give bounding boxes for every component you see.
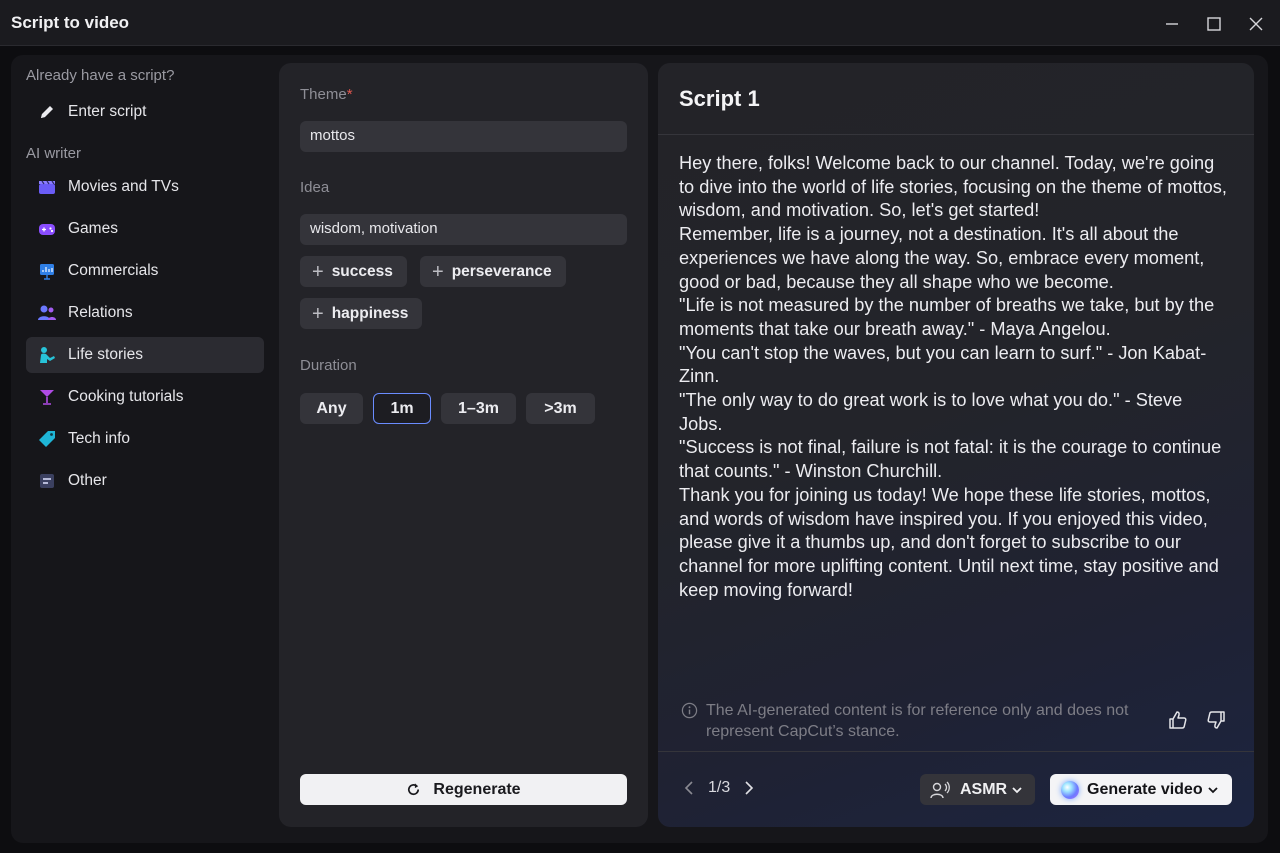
idea-input[interactable]: wisdom, motivation xyxy=(300,214,627,245)
sidebar-item-label: Relations xyxy=(68,304,133,321)
suggestion-chip-perseverance[interactable]: + perseverance xyxy=(420,256,566,287)
script-paragraph: Thank you for joining us today! We hope … xyxy=(679,484,1219,600)
required-mark: * xyxy=(346,86,353,103)
script-paragraph: Remember, life is a journey, not a desti… xyxy=(679,224,1205,292)
plus-icon: + xyxy=(312,302,324,325)
script-header: Script 1 xyxy=(658,63,1254,135)
sidebar-item-label: Other xyxy=(68,472,107,489)
sidebar-item-tech-info[interactable]: Tech info xyxy=(26,421,264,457)
sidebar-item-label: Cooking tutorials xyxy=(68,388,184,405)
sidebar-item-label: Tech info xyxy=(68,430,131,447)
speaker-person-icon xyxy=(930,781,950,799)
script-paragraph: "Success is not final, failure is not fa… xyxy=(679,437,1222,482)
section-label-ai-writer: AI writer xyxy=(26,145,82,162)
close-icon xyxy=(1249,17,1263,31)
next-script-button[interactable] xyxy=(740,779,758,797)
theme-input[interactable]: mottos xyxy=(300,121,627,152)
maximize-button[interactable] xyxy=(1200,10,1228,38)
suggestion-chip-success[interactable]: + success xyxy=(300,256,407,287)
maximize-icon xyxy=(1207,17,1221,31)
plus-icon: + xyxy=(312,260,324,283)
script-text[interactable]: Hey there, folks! Welcome back to our ch… xyxy=(679,152,1227,602)
people-icon xyxy=(37,303,57,323)
cocktail-glass-icon xyxy=(37,387,57,407)
script-paragraph: Hey there, folks! Welcome back to our ch… xyxy=(679,153,1227,221)
duration-option-any[interactable]: Any xyxy=(300,393,363,424)
close-button[interactable] xyxy=(1242,10,1270,38)
enter-script-label: Enter script xyxy=(68,103,147,120)
script-pager: 1/3 xyxy=(680,779,758,797)
page-indicator: 1/3 xyxy=(708,779,731,796)
refresh-icon xyxy=(406,782,421,797)
sidebar-item-relations[interactable]: Relations xyxy=(26,295,264,331)
generate-video-button[interactable]: Generate video xyxy=(1050,774,1232,805)
clapperboard-icon xyxy=(37,177,57,197)
duration-option-over-3m[interactable]: >3m xyxy=(526,393,595,424)
presentation-chart-icon xyxy=(37,261,57,281)
gamepad-icon xyxy=(37,219,57,239)
section-label-script: Already have a script? xyxy=(26,67,175,84)
person-reading-icon xyxy=(37,345,57,365)
pencil-icon xyxy=(37,102,57,122)
minimize-icon xyxy=(1166,23,1178,25)
sidebar-item-label: Movies and TVs xyxy=(68,178,179,195)
ai-disclaimer: The AI-generated content is for referenc… xyxy=(681,700,1161,742)
duration-label: Duration xyxy=(300,357,357,374)
previous-script-button[interactable] xyxy=(680,779,698,797)
sidebar-item-other[interactable]: Other xyxy=(26,463,264,499)
sidebar-item-commercials[interactable]: Commercials xyxy=(26,253,264,289)
title-bar: Script to video xyxy=(0,0,1280,46)
suggestion-chip-happiness[interactable]: + happiness xyxy=(300,298,423,329)
idea-label: Idea xyxy=(300,179,330,196)
theme-label: Theme* xyxy=(300,86,353,103)
script-paragraph: "Life is not measured by the number of b… xyxy=(679,295,1215,339)
sidebar-item-label: Commercials xyxy=(68,262,159,279)
minimize-button[interactable] xyxy=(1158,10,1186,38)
plus-icon: + xyxy=(432,260,444,283)
window-title: Script to video xyxy=(11,13,130,32)
voice-label: ASMR xyxy=(960,780,1008,798)
sidebar-item-movies-and-tvs[interactable]: Movies and TVs xyxy=(26,169,264,205)
sidebar-item-life-stories[interactable]: Life stories xyxy=(26,337,264,373)
thumbs-up-button[interactable] xyxy=(1167,709,1189,731)
generate-video-label: Generate video xyxy=(1087,780,1203,798)
chevron-right-icon xyxy=(745,781,754,795)
sidebar-item-cooking-tutorials[interactable]: Cooking tutorials xyxy=(26,379,264,415)
info-icon xyxy=(681,702,698,742)
script-paragraph: "The only way to do great work is to lov… xyxy=(679,390,1183,434)
ai-orb-icon xyxy=(1061,780,1079,799)
thumbs-down-icon xyxy=(1207,711,1225,729)
disclaimer-text: The AI-generated content is for referenc… xyxy=(706,702,1129,740)
footer-divider xyxy=(658,751,1254,752)
sidebar-item-label: Games xyxy=(68,220,118,237)
chevron-down-icon xyxy=(1207,786,1218,794)
sidebar-item-label: Life stories xyxy=(68,346,143,363)
script-settings-panel: Theme* mottos Idea wisdom, motivation + … xyxy=(279,63,648,827)
script-paragraph: "You can't stop the waves, but you can l… xyxy=(679,342,1207,387)
thumbs-down-button[interactable] xyxy=(1205,709,1227,731)
sidebar-item-games[interactable]: Games xyxy=(26,211,264,247)
enter-script-button[interactable]: Enter script xyxy=(26,94,264,130)
thumbs-up-icon xyxy=(1169,711,1187,729)
chevron-left-icon xyxy=(684,781,693,795)
duration-option-1m[interactable]: 1m xyxy=(373,393,431,424)
document-lines-icon xyxy=(37,471,57,491)
script-title: Script 1 xyxy=(679,86,760,111)
voice-select[interactable]: ASMR xyxy=(920,774,1035,805)
script-preview-panel: Script 1 Hey there, folks! Welcome back … xyxy=(658,63,1254,827)
tag-icon xyxy=(37,429,57,449)
regenerate-button[interactable]: Regenerate xyxy=(300,774,627,805)
chevron-down-icon xyxy=(1012,786,1022,794)
duration-option-1-3m[interactable]: 1–3m xyxy=(441,393,516,424)
